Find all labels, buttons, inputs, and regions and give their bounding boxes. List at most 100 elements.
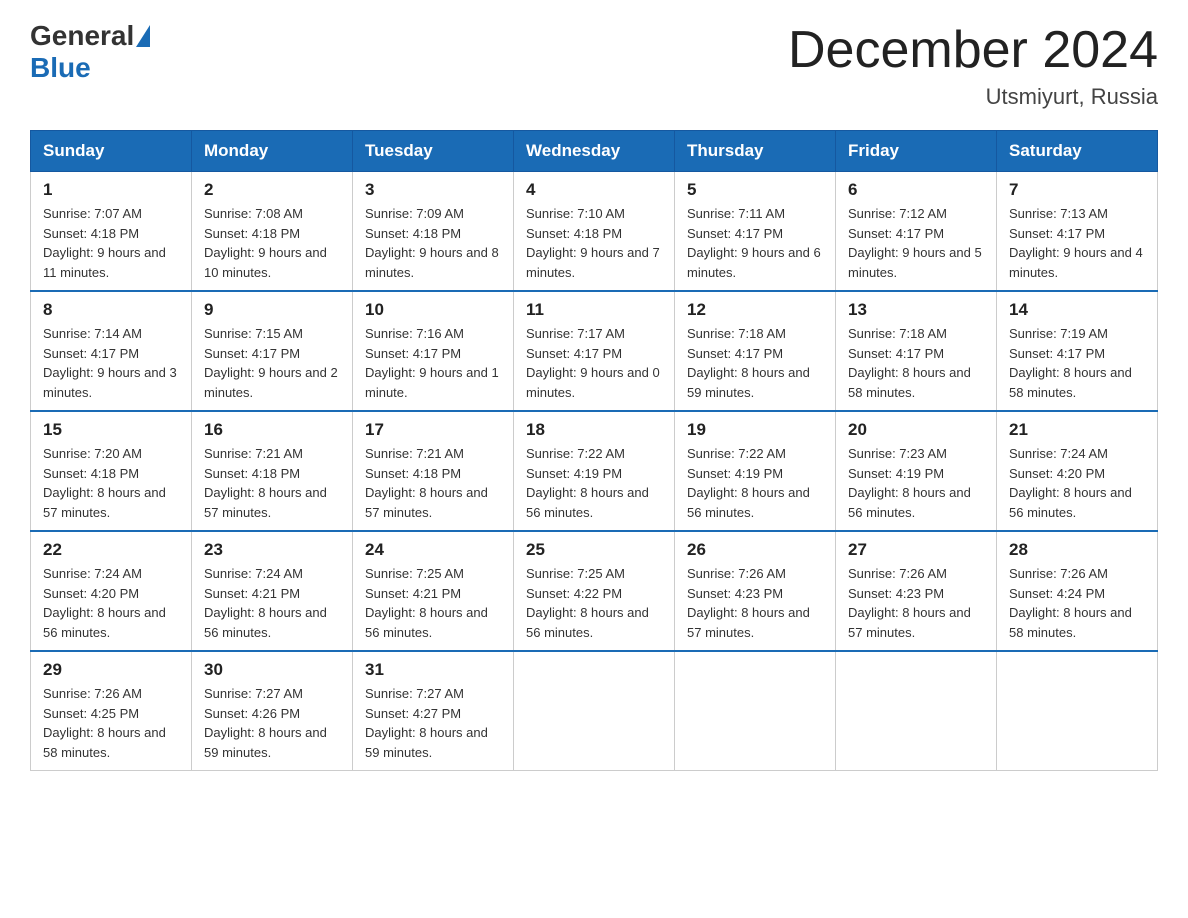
calendar-cell	[836, 651, 997, 771]
day-number: 24	[365, 540, 501, 560]
day-number: 14	[1009, 300, 1145, 320]
calendar-cell: 3 Sunrise: 7:09 AMSunset: 4:18 PMDaylight…	[353, 172, 514, 292]
day-info: Sunrise: 7:09 AMSunset: 4:18 PMDaylight:…	[365, 204, 501, 282]
day-number: 26	[687, 540, 823, 560]
calendar-cell	[675, 651, 836, 771]
calendar-cell: 2 Sunrise: 7:08 AMSunset: 4:18 PMDaylight…	[192, 172, 353, 292]
day-info: Sunrise: 7:10 AMSunset: 4:18 PMDaylight:…	[526, 204, 662, 282]
calendar-cell	[514, 651, 675, 771]
calendar-cell: 17 Sunrise: 7:21 AMSunset: 4:18 PMDayligh…	[353, 411, 514, 531]
day-info: Sunrise: 7:24 AMSunset: 4:20 PMDaylight:…	[43, 564, 179, 642]
day-info: Sunrise: 7:14 AMSunset: 4:17 PMDaylight:…	[43, 324, 179, 402]
calendar-cell: 10 Sunrise: 7:16 AMSunset: 4:17 PMDayligh…	[353, 291, 514, 411]
calendar-cell: 31 Sunrise: 7:27 AMSunset: 4:27 PMDayligh…	[353, 651, 514, 771]
day-number: 4	[526, 180, 662, 200]
day-number: 29	[43, 660, 179, 680]
day-info: Sunrise: 7:27 AMSunset: 4:26 PMDaylight:…	[204, 684, 340, 762]
day-number: 6	[848, 180, 984, 200]
day-number: 21	[1009, 420, 1145, 440]
calendar-cell: 5 Sunrise: 7:11 AMSunset: 4:17 PMDaylight…	[675, 172, 836, 292]
day-number: 27	[848, 540, 984, 560]
calendar-header-row: SundayMondayTuesdayWednesdayThursdayFrid…	[31, 131, 1158, 172]
calendar-week-row: 22 Sunrise: 7:24 AMSunset: 4:20 PMDayligh…	[31, 531, 1158, 651]
calendar-cell: 22 Sunrise: 7:24 AMSunset: 4:20 PMDayligh…	[31, 531, 192, 651]
day-info: Sunrise: 7:24 AMSunset: 4:20 PMDaylight:…	[1009, 444, 1145, 522]
day-info: Sunrise: 7:08 AMSunset: 4:18 PMDaylight:…	[204, 204, 340, 282]
day-info: Sunrise: 7:16 AMSunset: 4:17 PMDaylight:…	[365, 324, 501, 402]
calendar-cell: 1Sunrise: 7:07 AMSunset: 4:18 PMDaylight…	[31, 172, 192, 292]
logo-blue-text: Blue	[30, 52, 91, 83]
day-number: 17	[365, 420, 501, 440]
col-header-thursday: Thursday	[675, 131, 836, 172]
calendar-cell: 19 Sunrise: 7:22 AMSunset: 4:19 PMDayligh…	[675, 411, 836, 531]
day-number: 10	[365, 300, 501, 320]
calendar-cell: 24 Sunrise: 7:25 AMSunset: 4:21 PMDayligh…	[353, 531, 514, 651]
day-info: Sunrise: 7:23 AMSunset: 4:19 PMDaylight:…	[848, 444, 984, 522]
day-info: Sunrise: 7:25 AMSunset: 4:22 PMDaylight:…	[526, 564, 662, 642]
calendar-cell: 15 Sunrise: 7:20 AMSunset: 4:18 PMDayligh…	[31, 411, 192, 531]
day-number: 15	[43, 420, 179, 440]
day-info: Sunrise: 7:27 AMSunset: 4:27 PMDaylight:…	[365, 684, 501, 762]
day-number: 13	[848, 300, 984, 320]
page-header: General Blue December 2024 Utsmiyurt, Ru…	[30, 20, 1158, 110]
calendar-cell: 14 Sunrise: 7:19 AMSunset: 4:17 PMDayligh…	[997, 291, 1158, 411]
day-info: Sunrise: 7:26 AMSunset: 4:23 PMDaylight:…	[687, 564, 823, 642]
day-info: Sunrise: 7:19 AMSunset: 4:17 PMDaylight:…	[1009, 324, 1145, 402]
day-number: 28	[1009, 540, 1145, 560]
day-info: Sunrise: 7:26 AMSunset: 4:25 PMDaylight:…	[43, 684, 179, 762]
day-number: 30	[204, 660, 340, 680]
calendar-cell: 16 Sunrise: 7:21 AMSunset: 4:18 PMDayligh…	[192, 411, 353, 531]
col-header-wednesday: Wednesday	[514, 131, 675, 172]
day-info: Sunrise: 7:22 AMSunset: 4:19 PMDaylight:…	[526, 444, 662, 522]
calendar-week-row: 8Sunrise: 7:14 AMSunset: 4:17 PMDaylight…	[31, 291, 1158, 411]
calendar-cell: 21 Sunrise: 7:24 AMSunset: 4:20 PMDayligh…	[997, 411, 1158, 531]
calendar-cell: 9Sunrise: 7:15 AMSunset: 4:17 PMDaylight…	[192, 291, 353, 411]
day-info: Sunrise: 7:20 AMSunset: 4:18 PMDaylight:…	[43, 444, 179, 522]
day-info: Sunrise: 7:11 AMSunset: 4:17 PMDaylight:…	[687, 204, 823, 282]
logo-general-text: General	[30, 20, 134, 52]
day-info: Sunrise: 7:12 AMSunset: 4:17 PMDaylight:…	[848, 204, 984, 282]
col-header-saturday: Saturday	[997, 131, 1158, 172]
title-block: December 2024 Utsmiyurt, Russia	[788, 20, 1158, 110]
day-number: 3	[365, 180, 501, 200]
calendar-cell: 30 Sunrise: 7:27 AMSunset: 4:26 PMDayligh…	[192, 651, 353, 771]
day-info: Sunrise: 7:24 AMSunset: 4:21 PMDaylight:…	[204, 564, 340, 642]
calendar-week-row: 15 Sunrise: 7:20 AMSunset: 4:18 PMDayligh…	[31, 411, 1158, 531]
day-info: Sunrise: 7:25 AMSunset: 4:21 PMDaylight:…	[365, 564, 501, 642]
day-info: Sunrise: 7:22 AMSunset: 4:19 PMDaylight:…	[687, 444, 823, 522]
calendar-cell: 20Sunrise: 7:23 AMSunset: 4:19 PMDayligh…	[836, 411, 997, 531]
day-info: Sunrise: 7:17 AMSunset: 4:17 PMDaylight:…	[526, 324, 662, 402]
day-number: 9	[204, 300, 340, 320]
day-number: 12	[687, 300, 823, 320]
day-number: 2	[204, 180, 340, 200]
day-number: 23	[204, 540, 340, 560]
calendar-cell: 25 Sunrise: 7:25 AMSunset: 4:22 PMDayligh…	[514, 531, 675, 651]
logo-triangle-icon	[136, 25, 150, 47]
day-number: 7	[1009, 180, 1145, 200]
day-info: Sunrise: 7:21 AMSunset: 4:18 PMDaylight:…	[204, 444, 340, 522]
calendar-cell: 4 Sunrise: 7:10 AMSunset: 4:18 PMDaylight…	[514, 172, 675, 292]
day-number: 31	[365, 660, 501, 680]
col-header-tuesday: Tuesday	[353, 131, 514, 172]
calendar-cell: 7 Sunrise: 7:13 AMSunset: 4:17 PMDaylight…	[997, 172, 1158, 292]
calendar-week-row: 1Sunrise: 7:07 AMSunset: 4:18 PMDaylight…	[31, 172, 1158, 292]
day-number: 19	[687, 420, 823, 440]
day-number: 1	[43, 180, 179, 200]
calendar-cell: 26 Sunrise: 7:26 AMSunset: 4:23 PMDayligh…	[675, 531, 836, 651]
day-number: 25	[526, 540, 662, 560]
logo: General Blue	[30, 20, 152, 84]
calendar-cell: 23 Sunrise: 7:24 AMSunset: 4:21 PMDayligh…	[192, 531, 353, 651]
calendar-cell: 28Sunrise: 7:26 AMSunset: 4:24 PMDayligh…	[997, 531, 1158, 651]
day-number: 11	[526, 300, 662, 320]
day-number: 22	[43, 540, 179, 560]
calendar-cell: 27Sunrise: 7:26 AMSunset: 4:23 PMDayligh…	[836, 531, 997, 651]
day-info: Sunrise: 7:21 AMSunset: 4:18 PMDaylight:…	[365, 444, 501, 522]
calendar-cell: 13Sunrise: 7:18 AMSunset: 4:17 PMDayligh…	[836, 291, 997, 411]
calendar-cell	[997, 651, 1158, 771]
day-number: 5	[687, 180, 823, 200]
calendar-cell: 11 Sunrise: 7:17 AMSunset: 4:17 PMDayligh…	[514, 291, 675, 411]
day-info: Sunrise: 7:13 AMSunset: 4:17 PMDaylight:…	[1009, 204, 1145, 282]
day-number: 16	[204, 420, 340, 440]
day-number: 18	[526, 420, 662, 440]
calendar-cell: 8Sunrise: 7:14 AMSunset: 4:17 PMDaylight…	[31, 291, 192, 411]
